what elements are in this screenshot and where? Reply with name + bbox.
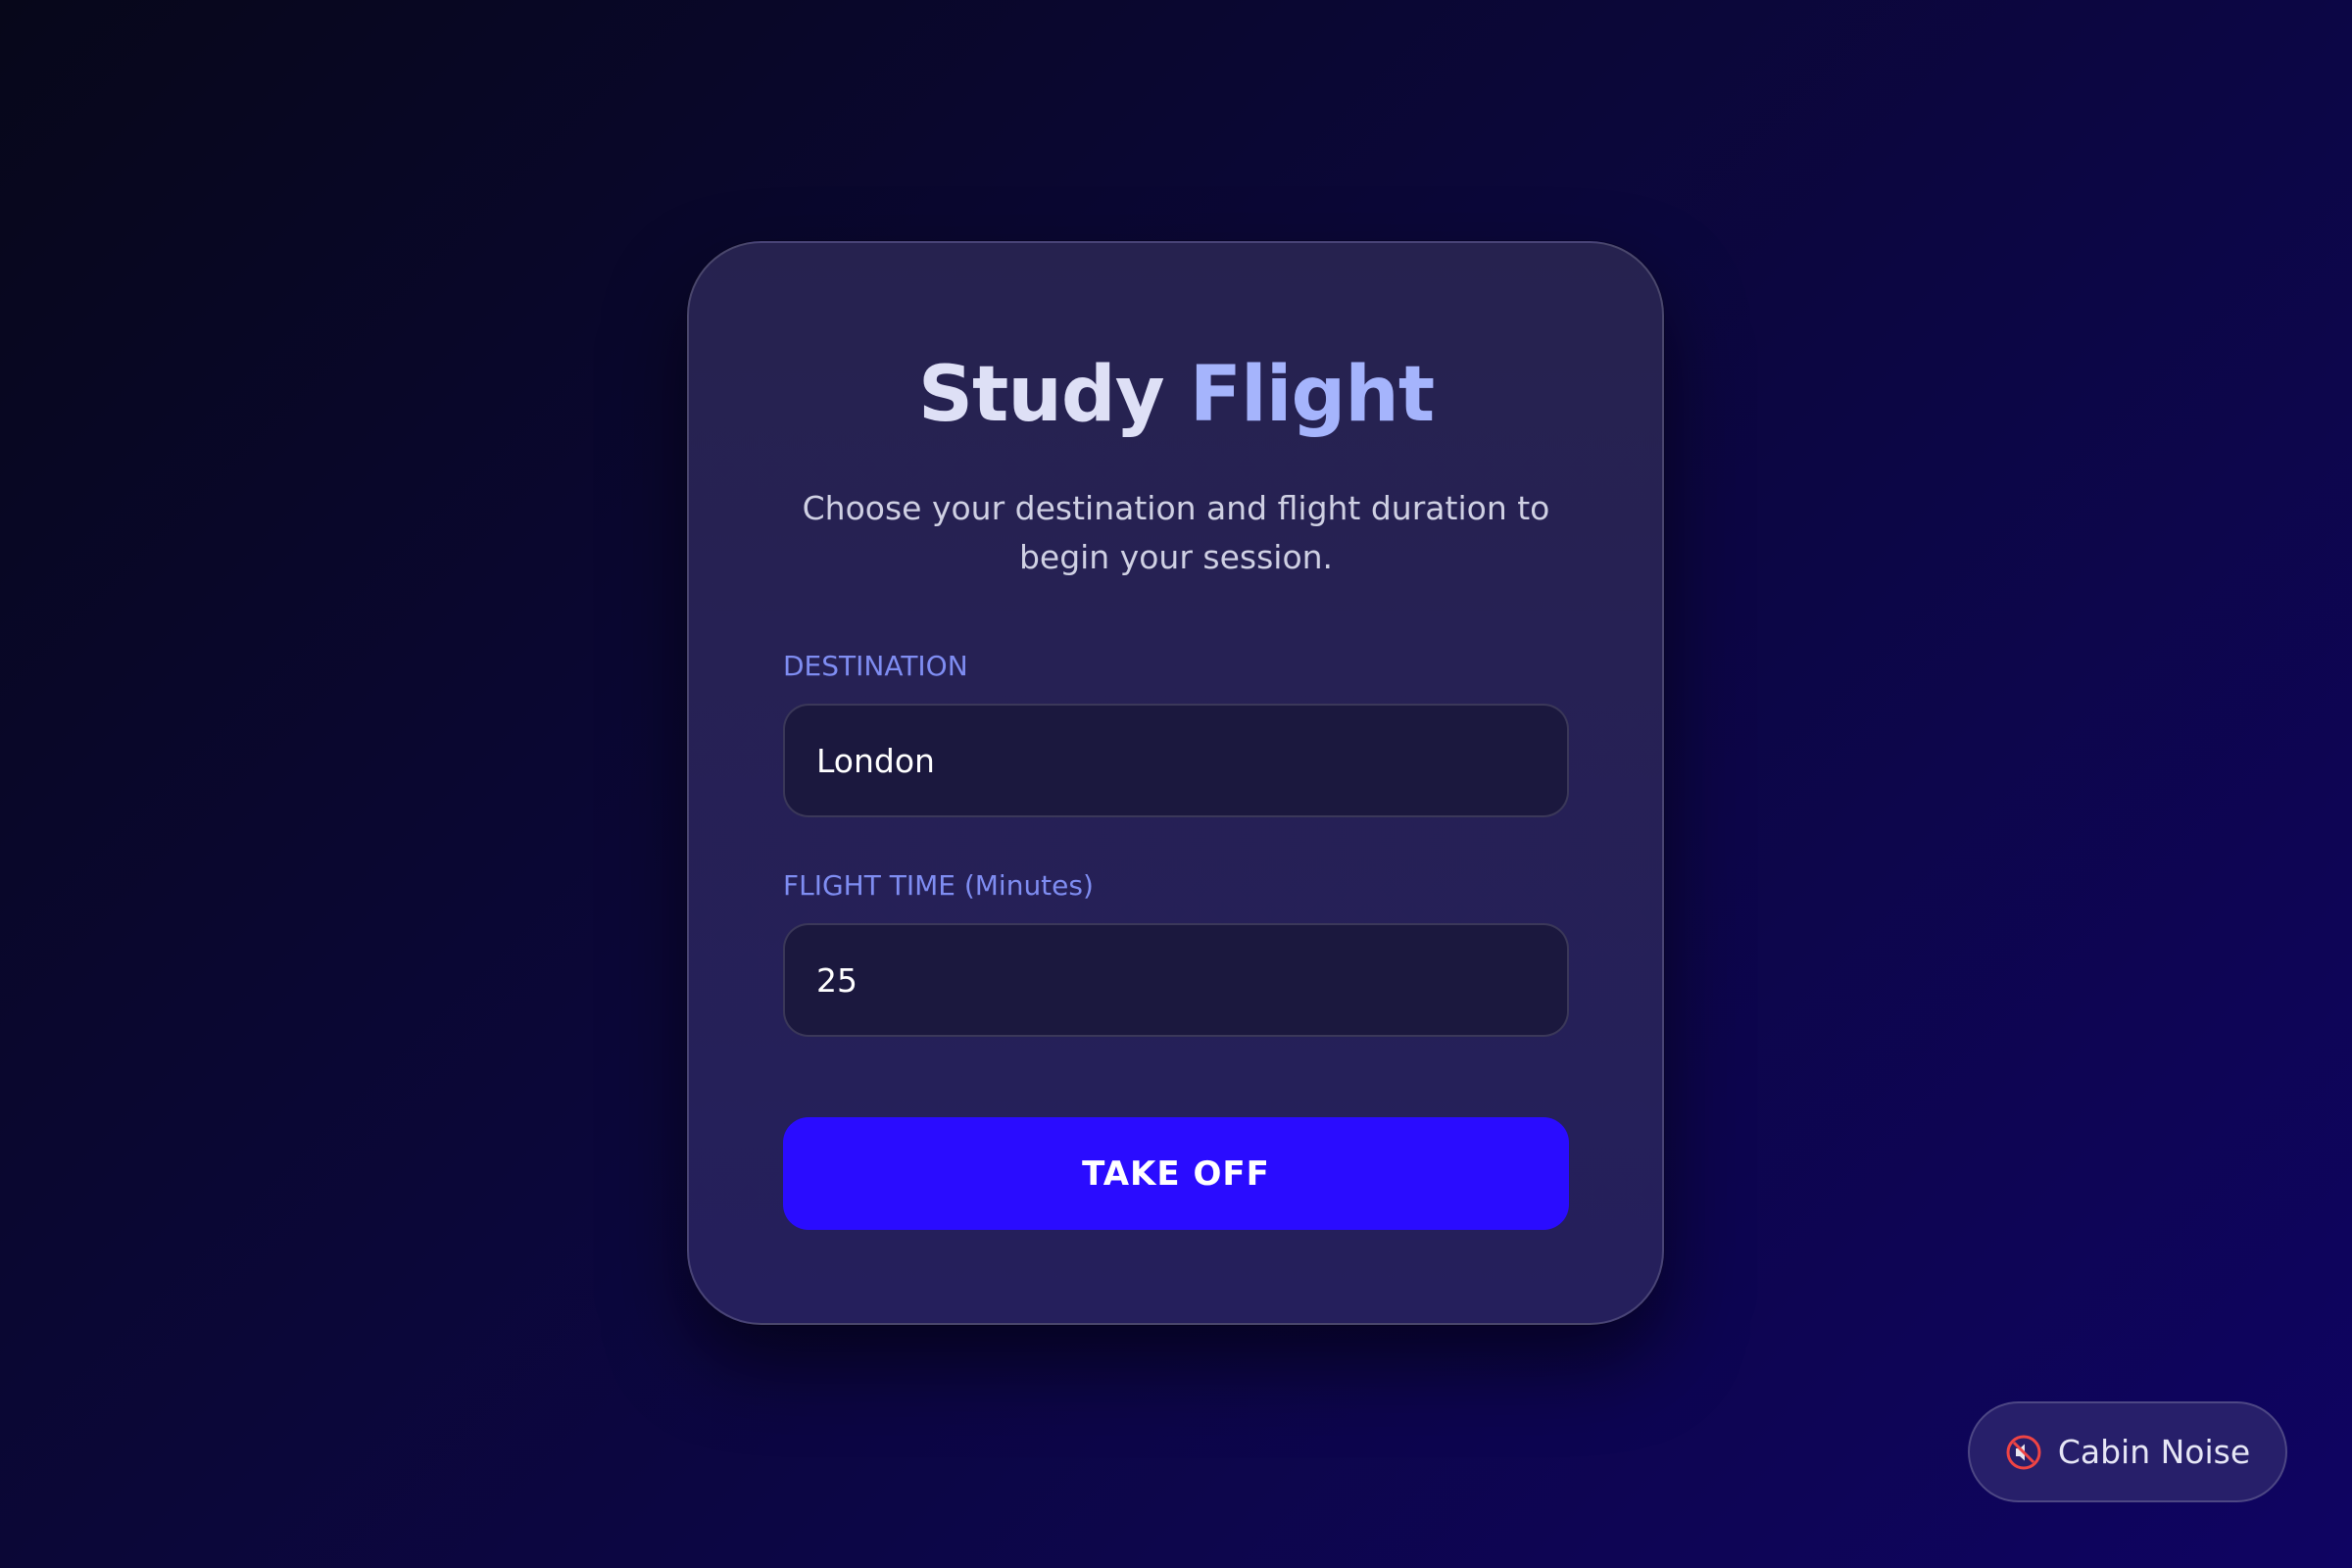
flight-time-input[interactable]	[783, 923, 1569, 1037]
destination-label: DESTINATION	[783, 650, 968, 682]
muted-speaker-icon	[2005, 1434, 2042, 1471]
page-title: Study Flight	[0, 346, 2352, 444]
flight-time-label: FLIGHT TIME (Minutes)	[783, 869, 1094, 902]
title-word-flight: Flight	[1189, 351, 1435, 439]
cabin-noise-button[interactable]: Cabin Noise	[1968, 1401, 2287, 1502]
title-word-study: Study	[917, 351, 1165, 439]
cabin-noise-label: Cabin Noise	[2057, 1432, 2251, 1471]
destination-input[interactable]	[783, 704, 1569, 817]
card-subtitle: Choose your destination and flight durat…	[802, 489, 1550, 576]
take-off-button[interactable]: TAKE OFF	[783, 1117, 1569, 1230]
